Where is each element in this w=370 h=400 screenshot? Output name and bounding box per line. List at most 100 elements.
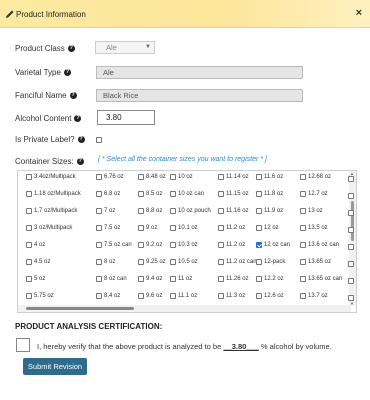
container-size-option[interactable]: 10.3 oz	[170, 242, 198, 249]
container-size-checkbox[interactable]	[218, 259, 224, 265]
container-size-option[interactable]: 7.5 oz	[96, 225, 120, 232]
help-icon[interactable]: ?	[67, 45, 75, 52]
container-size-checkbox[interactable]	[96, 191, 102, 197]
container-size-checkbox[interactable]	[348, 176, 354, 182]
container-size-checkbox[interactable]	[256, 242, 262, 248]
container-size-option[interactable]: 13.65 oz can	[300, 276, 342, 283]
container-size-option[interactable]: 11.2 oz can	[218, 259, 257, 266]
container-size-checkbox[interactable]	[256, 276, 262, 282]
vertical-scrollbar[interactable]: ▲ ▼	[349, 171, 356, 306]
container-size-option[interactable]: 7.5 oz can	[96, 242, 132, 249]
help-icon[interactable]: ?	[69, 92, 77, 99]
container-size-option[interactable]: 12.68 oz	[300, 174, 331, 181]
scroll-thumb[interactable]	[26, 307, 134, 310]
container-size-checkbox[interactable]	[300, 191, 306, 197]
private-label-checkbox[interactable]	[96, 137, 102, 143]
container-size-checkbox[interactable]	[348, 210, 354, 216]
container-size-option[interactable]: 5.75 oz	[26, 293, 54, 300]
container-size-option[interactable]: 5 oz	[26, 276, 45, 283]
container-size-option[interactable]: 4.5 oz	[26, 259, 50, 266]
container-size-option[interactable]: 8 oz can	[96, 276, 127, 283]
container-size-option[interactable]: 11.1 oz	[170, 293, 197, 300]
container-size-option[interactable]: 8.4 oz	[96, 293, 120, 300]
container-size-checkbox[interactable]	[256, 191, 262, 197]
container-size-option[interactable]: 11.2 oz	[218, 225, 245, 232]
container-size-option[interactable]: 11.8 oz	[256, 191, 283, 198]
container-size-checkbox[interactable]	[26, 208, 32, 214]
container-size-checkbox[interactable]	[300, 242, 306, 248]
container-size-option[interactable]: 12 oz can	[256, 242, 290, 249]
container-size-checkbox[interactable]	[256, 225, 262, 231]
container-size-checkbox[interactable]	[348, 278, 354, 284]
container-size-option[interactable]: 8.48 oz	[138, 174, 166, 181]
container-size-checkbox[interactable]	[218, 293, 224, 299]
container-size-checkbox[interactable]	[26, 276, 32, 282]
container-size-option[interactable]: 9 oz	[138, 225, 157, 232]
container-size-checkbox[interactable]	[256, 174, 262, 180]
container-size-checkbox[interactable]	[218, 242, 224, 248]
container-size-option[interactable]: 9.6 oz	[138, 293, 162, 300]
container-size-checkbox[interactable]	[170, 191, 176, 197]
container-size-option[interactable]: 6.76 oz	[96, 174, 124, 181]
container-size-option[interactable]: 11.26 oz	[218, 276, 249, 283]
container-size-checkbox[interactable]	[138, 293, 144, 299]
help-icon[interactable]: ?	[77, 136, 85, 143]
container-size-checkbox[interactable]	[138, 276, 144, 282]
container-size-checkbox[interactable]	[138, 242, 144, 248]
container-size-checkbox[interactable]	[300, 174, 306, 180]
scroll-thumb[interactable]	[351, 201, 354, 241]
container-size-checkbox[interactable]	[138, 225, 144, 231]
container-size-option[interactable]: 13.65 oz	[300, 259, 331, 266]
container-size-option[interactable]: 11.6 oz	[256, 174, 283, 181]
container-size-checkbox[interactable]	[218, 276, 224, 282]
container-size-checkbox[interactable]	[348, 227, 354, 233]
close-icon[interactable]: ×	[356, 7, 362, 19]
container-size-checkbox[interactable]	[96, 225, 102, 231]
container-size-option[interactable]: 11.16 oz	[218, 208, 249, 215]
container-size-option[interactable]: 1.18 oz/Multipack	[26, 191, 81, 198]
container-size-option[interactable]: 11.3 oz	[218, 293, 245, 300]
container-size-checkbox[interactable]	[96, 259, 102, 265]
container-size-option[interactable]: 10.5 oz	[170, 259, 198, 266]
container-size-checkbox[interactable]	[138, 259, 144, 265]
container-size-checkbox[interactable]	[170, 259, 176, 265]
help-icon[interactable]: ?	[76, 158, 84, 165]
container-size-checkbox[interactable]	[26, 259, 32, 265]
submit-revision-button[interactable]: Submit Revision	[23, 358, 87, 375]
container-size-option[interactable]: 8 oz	[96, 259, 115, 266]
container-size-checkbox[interactable]	[96, 242, 102, 248]
container-size-option[interactable]: 11.2 oz	[218, 242, 245, 249]
container-size-checkbox[interactable]	[348, 295, 354, 301]
container-size-checkbox[interactable]	[256, 208, 262, 214]
container-size-checkbox[interactable]	[26, 225, 32, 231]
container-size-checkbox[interactable]	[26, 191, 32, 197]
container-size-checkbox[interactable]	[170, 276, 176, 282]
container-size-option[interactable]: 12.7 oz	[300, 191, 328, 198]
container-size-option[interactable]: 12.2 oz	[256, 276, 284, 283]
horizontal-scrollbar[interactable]	[18, 305, 351, 312]
alcohol-content-input[interactable]: 3.80	[97, 110, 155, 125]
product-class-select[interactable]: Ale ▼	[95, 41, 155, 54]
container-size-option[interactable]: 11.15 oz	[218, 191, 249, 198]
container-size-checkbox[interactable]	[300, 259, 306, 265]
container-size-option[interactable]: 11.14 oz	[218, 174, 249, 181]
container-size-option[interactable]: 13 oz	[300, 208, 323, 215]
container-size-option[interactable]: 10.1 oz	[170, 225, 198, 232]
container-size-checkbox[interactable]	[300, 208, 306, 214]
container-size-checkbox[interactable]	[300, 293, 306, 299]
container-size-option[interactable]: 8.8 oz	[138, 208, 162, 215]
container-size-checkbox[interactable]	[96, 276, 102, 282]
certification-checkbox[interactable]	[16, 338, 30, 352]
container-size-option[interactable]: 10 oz can	[170, 191, 204, 198]
container-size-checkbox[interactable]	[218, 225, 224, 231]
container-size-checkbox[interactable]	[218, 191, 224, 197]
container-size-checkbox[interactable]	[96, 293, 102, 299]
container-size-option[interactable]: 12-pack	[256, 259, 285, 266]
container-size-option[interactable]: 6.8 oz	[96, 191, 120, 198]
container-size-checkbox[interactable]	[300, 225, 306, 231]
container-size-option[interactable]: 13.5 oz	[300, 225, 328, 232]
container-size-checkbox[interactable]	[218, 208, 224, 214]
container-size-checkbox[interactable]	[300, 276, 306, 282]
container-size-option[interactable]: 9.2 oz	[138, 242, 162, 249]
container-size-option[interactable]: 13.7 oz	[300, 293, 328, 300]
